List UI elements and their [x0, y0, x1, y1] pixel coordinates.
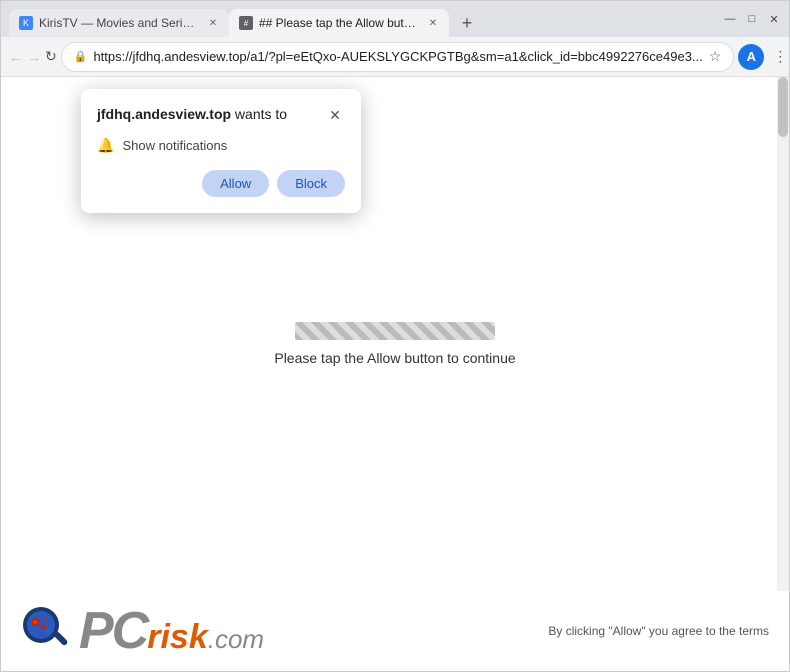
forward-button[interactable]: →: [27, 43, 41, 71]
nav-bar: ← → ↻ 🔒 https://jfdhq.andesview.top/a1/?…: [1, 37, 789, 77]
dialog-title: jfdhq.andesview.top wants to: [97, 105, 287, 125]
tab-1-close[interactable]: ✕: [205, 15, 221, 31]
permission-dialog: jfdhq.andesview.top wants to ✕ 🔔 Show no…: [81, 89, 361, 213]
dialog-domain: jfdhq.andesview.top: [97, 106, 231, 122]
page-instruction: Please tap the Allow button to continue: [274, 350, 515, 366]
page-body: Please tap the Allow button to continue: [274, 322, 515, 366]
bell-icon: 🔔: [97, 137, 114, 154]
scrollbar[interactable]: [777, 77, 789, 671]
close-button[interactable]: ✕: [767, 12, 781, 26]
dialog-suffix: wants to: [231, 106, 287, 122]
new-tab-button[interactable]: +: [453, 9, 481, 37]
maximize-button[interactable]: □: [745, 12, 759, 26]
progress-bar: [295, 322, 495, 340]
back-button[interactable]: ←: [9, 43, 23, 71]
nav-icons: A ⋮: [738, 43, 790, 71]
minimize-button[interactable]: —: [723, 12, 737, 26]
bookmark-icon[interactable]: ☆: [709, 48, 722, 65]
pcrisk-logo: PCrisk.com: [21, 605, 264, 657]
logo-risk: risk: [147, 620, 208, 654]
dialog-option: 🔔 Show notifications: [97, 137, 345, 154]
allow-button[interactable]: Allow: [202, 170, 269, 197]
logo-com: .com: [208, 624, 264, 655]
refresh-button[interactable]: ↻: [45, 43, 57, 71]
lock-icon: 🔒: [74, 50, 88, 63]
more-button[interactable]: ⋮: [766, 43, 790, 71]
magnifier-icon: [21, 605, 73, 657]
tab-2-close[interactable]: ✕: [425, 15, 441, 31]
dialog-close-button[interactable]: ✕: [325, 105, 345, 125]
window-controls: — □ ✕: [723, 12, 781, 26]
page-footer: PCrisk.com By clicking "Allow" you agree…: [1, 591, 789, 671]
tab-2[interactable]: # ## Please tap the Allow button... ✕: [229, 9, 449, 37]
tab-1-favicon: K: [19, 16, 33, 30]
logo-full: PCrisk.com: [79, 605, 264, 657]
dialog-option-text: Show notifications: [122, 138, 227, 153]
scrollbar-thumb[interactable]: [778, 77, 788, 137]
footer-terms: By clicking "Allow" you agree to the ter…: [548, 624, 769, 638]
address-bar[interactable]: 🔒 https://jfdhq.andesview.top/a1/?pl=eEt…: [61, 42, 735, 72]
profile-button[interactable]: A: [738, 44, 764, 70]
title-bar: K KirisTV — Movies and Series D... ✕ # #…: [1, 1, 789, 37]
tab-1[interactable]: K KirisTV — Movies and Series D... ✕: [9, 9, 229, 37]
browser-window: K KirisTV — Movies and Series D... ✕ # #…: [0, 0, 790, 672]
page-content: jfdhq.andesview.top wants to ✕ 🔔 Show no…: [1, 77, 789, 671]
dialog-buttons: Allow Block: [97, 170, 345, 197]
address-url: https://jfdhq.andesview.top/a1/?pl=eEtQx…: [93, 49, 702, 64]
tab-1-title: KirisTV — Movies and Series D...: [39, 16, 199, 30]
dialog-header: jfdhq.andesview.top wants to ✕: [97, 105, 345, 125]
logo-pc: PC: [79, 605, 147, 657]
tab-group: K KirisTV — Movies and Series D... ✕ # #…: [9, 1, 711, 37]
tab-2-favicon: #: [239, 16, 253, 30]
block-button[interactable]: Block: [277, 170, 345, 197]
tab-2-title: ## Please tap the Allow button...: [259, 16, 419, 30]
